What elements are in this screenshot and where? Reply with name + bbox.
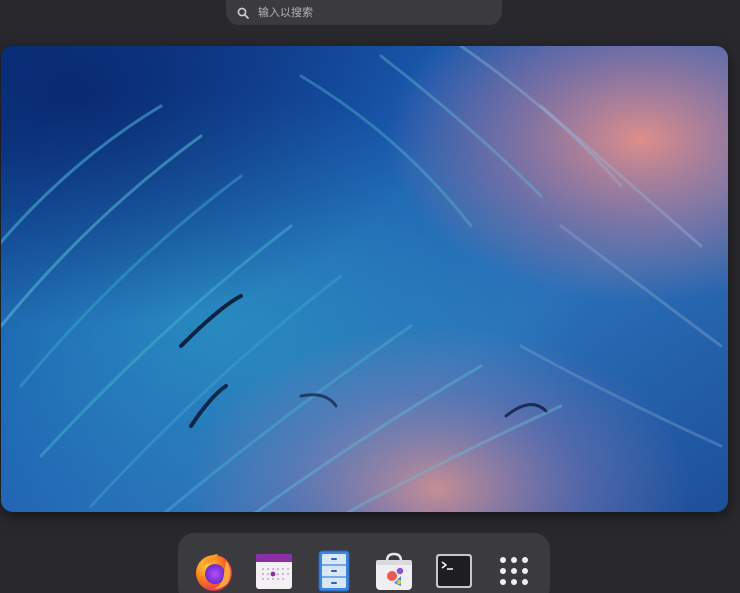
terminal-icon	[436, 554, 472, 588]
show-apps-grid-icon	[500, 557, 528, 585]
firefox-icon	[196, 554, 232, 591]
dock	[178, 533, 550, 593]
dock-item-show-apps[interactable]	[491, 548, 537, 593]
dock-item-files[interactable]	[311, 548, 357, 593]
dock-item-calendar[interactable]	[251, 548, 297, 593]
search-bar[interactable]	[226, 0, 502, 25]
search-input[interactable]	[258, 6, 478, 19]
workspace-thumbnail[interactable]	[1, 46, 728, 512]
activities-overview	[0, 0, 740, 593]
files-icon	[318, 550, 350, 592]
software-store-icon	[376, 552, 412, 590]
wallpaper-image	[1, 46, 728, 512]
search-icon	[236, 6, 250, 20]
dock-item-firefox[interactable]	[191, 548, 237, 593]
dock-item-software[interactable]	[371, 548, 417, 593]
dock-item-terminal[interactable]	[431, 548, 477, 593]
calendar-icon	[256, 554, 292, 589]
